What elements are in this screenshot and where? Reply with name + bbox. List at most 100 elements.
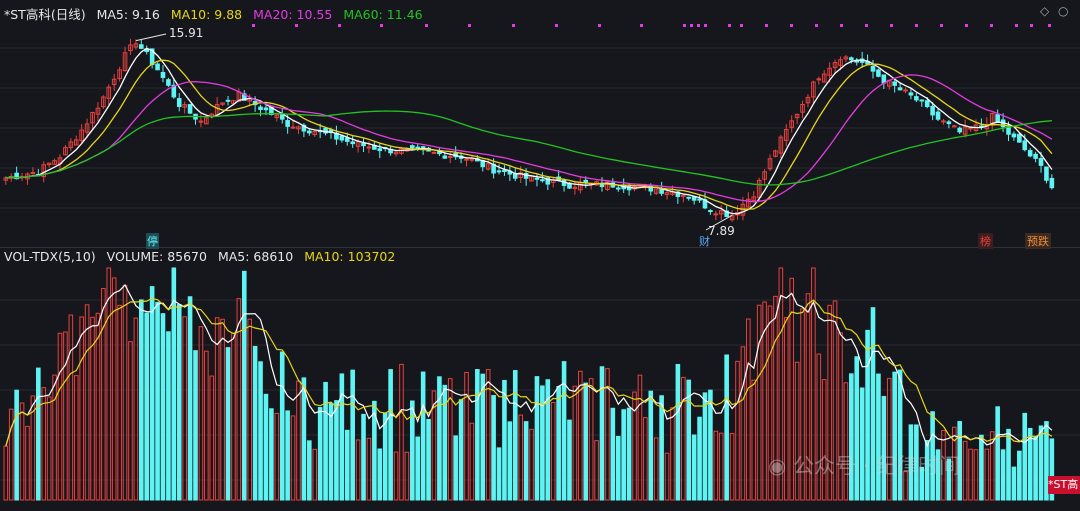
stock-corner-tag[interactable]: *ST高 <box>1048 476 1080 494</box>
volume-bar[interactable] <box>691 434 697 501</box>
volume-bar[interactable] <box>3 445 9 501</box>
candle[interactable] <box>263 107 269 111</box>
volume-bar[interactable] <box>344 429 350 501</box>
volume-bar[interactable] <box>95 312 101 501</box>
volume-bar[interactable] <box>176 304 182 501</box>
candle[interactable] <box>908 92 914 96</box>
diamond-icon[interactable]: ◇ <box>1040 4 1049 18</box>
volume-bar[interactable] <box>415 436 421 501</box>
event-marker[interactable] <box>728 24 731 27</box>
event-marker[interactable] <box>468 24 471 27</box>
volume-bar[interactable] <box>859 387 865 501</box>
candle[interactable] <box>697 198 702 201</box>
volume-bar[interactable] <box>263 393 269 501</box>
volume-bar[interactable] <box>73 375 79 501</box>
volume-bar[interactable] <box>382 412 388 501</box>
event-marker[interactable] <box>690 24 693 27</box>
candle[interactable] <box>681 194 686 197</box>
volume-bar[interactable] <box>637 374 643 501</box>
event-marker[interactable] <box>815 24 818 27</box>
candle[interactable] <box>166 79 171 86</box>
volume-bar[interactable] <box>962 440 968 501</box>
volume-bar[interactable] <box>729 432 735 501</box>
candle[interactable] <box>464 158 469 161</box>
volume-bar[interactable] <box>290 415 296 501</box>
candle[interactable] <box>225 99 231 102</box>
volume-bar[interactable] <box>366 437 372 501</box>
volume-bar[interactable] <box>437 376 442 501</box>
volume-bar[interactable] <box>447 378 453 501</box>
volume-bar[interactable] <box>897 369 903 501</box>
volume-bar[interactable] <box>995 406 1000 501</box>
candle[interactable] <box>279 114 285 120</box>
volume-bar[interactable] <box>713 430 719 501</box>
volume-bar[interactable] <box>209 375 215 501</box>
candle[interactable] <box>155 63 160 71</box>
volume-bar[interactable] <box>724 354 729 501</box>
volume-bar[interactable] <box>149 286 155 501</box>
volume-bar[interactable] <box>1006 428 1011 501</box>
volume-bar[interactable] <box>193 350 198 501</box>
volume-bar[interactable] <box>225 347 231 501</box>
volume-bar[interactable] <box>1011 466 1017 501</box>
candle[interactable] <box>713 213 719 216</box>
volume-bar[interactable] <box>41 387 47 501</box>
volume-bar[interactable] <box>404 451 410 501</box>
volume-bar[interactable] <box>599 366 605 501</box>
candle[interactable] <box>258 106 263 110</box>
volume-bar[interactable] <box>1000 449 1006 501</box>
volume-bar[interactable] <box>973 449 979 501</box>
volume-bar[interactable] <box>187 296 193 501</box>
pane-divider[interactable] <box>0 247 1080 248</box>
volume-title[interactable]: VOL-TDX(5,10) <box>4 249 96 264</box>
volume-bar[interactable] <box>653 437 659 501</box>
event-marker[interactable] <box>295 24 298 27</box>
event-marker[interactable] <box>790 24 793 27</box>
volume-bar[interactable] <box>518 414 524 501</box>
finance-tag[interactable]: 财 <box>699 233 710 249</box>
volume-bar[interactable] <box>426 418 431 501</box>
volume-bar[interactable] <box>632 391 637 501</box>
volume-bar[interactable] <box>751 379 757 501</box>
volume-bar[interactable] <box>388 369 393 501</box>
volume-bar[interactable] <box>220 318 225 501</box>
volume-bar[interactable] <box>1022 412 1028 501</box>
volume-bar[interactable] <box>681 376 686 501</box>
candle[interactable] <box>307 130 312 134</box>
volume-bar[interactable] <box>892 371 897 501</box>
volume-bar[interactable] <box>46 396 52 501</box>
volume-bar[interactable] <box>377 448 383 501</box>
candle[interactable] <box>876 69 881 77</box>
volume-bar[interactable] <box>361 413 366 501</box>
volume-bar[interactable] <box>550 401 556 501</box>
volume-bar[interactable] <box>14 389 19 501</box>
volume-bar[interactable] <box>198 326 204 501</box>
event-marker[interactable] <box>697 24 700 27</box>
volume-bar[interactable] <box>534 376 540 501</box>
event-marker[interactable] <box>598 24 601 27</box>
volume-bar[interactable] <box>756 304 762 501</box>
volume-bar[interactable] <box>594 440 599 501</box>
candle[interactable] <box>290 126 296 129</box>
volume-bar[interactable] <box>453 435 458 501</box>
candle[interactable] <box>691 196 697 201</box>
volume-bar[interactable] <box>540 385 545 501</box>
candle[interactable] <box>892 81 897 86</box>
volume-bar[interactable] <box>160 313 166 501</box>
volume-bar[interactable] <box>588 378 594 501</box>
volume-bar[interactable] <box>122 284 128 501</box>
candle[interactable] <box>1027 150 1033 157</box>
volume-bar[interactable] <box>643 417 648 501</box>
volume-bar[interactable] <box>106 267 112 501</box>
volume-bar[interactable] <box>523 421 529 501</box>
volume-bar[interactable] <box>63 331 68 501</box>
candle[interactable] <box>957 127 963 133</box>
volume-bar[interactable] <box>144 312 150 501</box>
volume-bar[interactable] <box>664 452 670 501</box>
event-marker[interactable] <box>512 24 515 27</box>
candle[interactable] <box>540 179 545 182</box>
event-marker[interactable] <box>640 24 643 27</box>
event-marker[interactable] <box>990 24 993 27</box>
volume-bar[interactable] <box>420 371 426 501</box>
volume-bar[interactable] <box>876 373 881 501</box>
